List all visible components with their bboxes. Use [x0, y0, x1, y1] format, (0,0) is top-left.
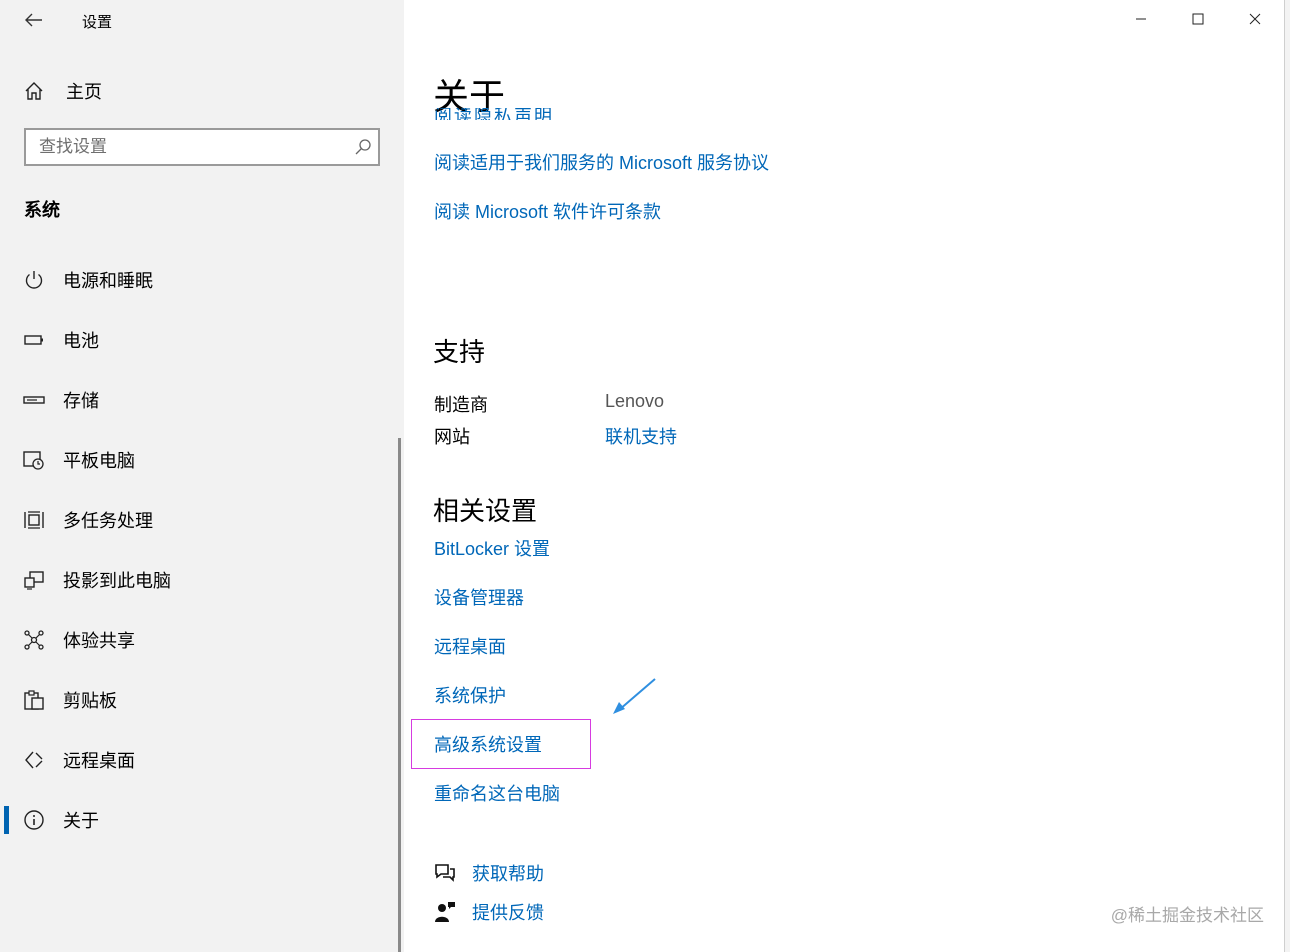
home-nav-item[interactable]: 主页 — [22, 74, 382, 108]
manufacturer-label: 制造商 — [434, 395, 488, 415]
sidebar-item-battery[interactable]: 电池 — [0, 310, 400, 370]
sidebar-scrollbar[interactable] — [398, 438, 401, 952]
sidebar-item-power[interactable]: 电源和睡眠 — [0, 250, 400, 310]
website-label: 网站 — [434, 427, 470, 447]
search-icon[interactable] — [348, 138, 378, 156]
system-protection-link[interactable]: 系统保护 — [434, 682, 506, 708]
related-settings-heading: 相关设置 — [433, 496, 538, 526]
sidebar-item-label: 平板电脑 — [63, 451, 135, 471]
sidebar-item-label: 存储 — [63, 391, 99, 411]
feedback-link[interactable]: 提供反馈 — [472, 899, 544, 925]
sidebar-item-projecting[interactable]: 投影到此电脑 — [0, 550, 400, 610]
sidebar-item-label: 电源和睡眠 — [63, 271, 153, 291]
sidebar-item-about[interactable]: 关于 — [0, 790, 400, 850]
sidebar-item-label: 投影到此电脑 — [63, 571, 171, 591]
online-support-link[interactable]: 联机支持 — [605, 423, 677, 449]
storage-icon — [22, 388, 46, 412]
feedback-row[interactable]: 提供反馈 — [432, 899, 544, 925]
power-icon — [22, 268, 46, 292]
section-heading: 系统 — [24, 200, 60, 220]
support-heading: 支持 — [433, 337, 486, 367]
sidebar: 设置 主页 系统 电源和睡眠 — [0, 0, 404, 952]
home-icon — [25, 82, 43, 100]
projecting-icon — [22, 568, 46, 592]
get-help-link[interactable]: 获取帮助 — [472, 860, 544, 886]
search-box[interactable] — [24, 128, 380, 166]
back-arrow-icon — [25, 13, 42, 27]
title-bar: 设置 — [0, 0, 404, 40]
back-button[interactable] — [20, 6, 48, 34]
feedback-person-icon — [432, 899, 458, 925]
sidebar-item-remote-desktop[interactable]: 远程桌面 — [0, 730, 400, 790]
sidebar-item-multitasking[interactable]: 多任务处理 — [0, 490, 400, 550]
license-terms-link[interactable]: 阅读 Microsoft 软件许可条款 — [434, 198, 661, 224]
tablet-icon — [22, 448, 46, 472]
shared-experiences-icon — [22, 628, 46, 652]
sidebar-item-storage[interactable]: 存储 — [0, 370, 400, 430]
battery-icon — [22, 328, 46, 352]
sidebar-item-label: 关于 — [63, 811, 99, 831]
sidebar-item-tablet[interactable]: 平板电脑 — [0, 430, 400, 490]
get-help-row[interactable]: 获取帮助 — [432, 860, 544, 886]
sidebar-item-clipboard[interactable]: 剪贴板 — [0, 670, 400, 730]
manufacturer-value: Lenovo — [605, 391, 665, 411]
sidebar-item-label: 剪贴板 — [63, 691, 117, 711]
watermark: @稀土掘金技术社区 — [1110, 906, 1264, 925]
sidebar-item-shared-experiences[interactable]: 体验共享 — [0, 610, 400, 670]
main-content: 关于 阅读隐私声明 阅读适用于我们服务的 Microsoft 服务协议 阅读 M… — [404, 0, 1284, 952]
sidebar-item-label: 电池 — [63, 331, 99, 351]
rename-pc-link[interactable]: 重命名这台电脑 — [434, 780, 560, 806]
bitlocker-settings-link[interactable]: BitLocker 设置 — [434, 535, 550, 561]
sidebar-item-label: 远程桌面 — [63, 751, 135, 771]
system-nav-list: 电源和睡眠 电池 存储 平板电脑 多任务处理 投影到此电脑 体验共享 剪贴板 远… — [0, 250, 400, 850]
remote-desktop-link[interactable]: 远程桌面 — [434, 633, 506, 659]
sidebar-item-label: 体验共享 — [63, 631, 135, 651]
home-label: 主页 — [66, 82, 102, 102]
info-icon — [22, 808, 46, 832]
multitasking-icon — [22, 508, 46, 532]
clipboard-icon — [22, 688, 46, 712]
remote-desktop-icon — [22, 748, 46, 772]
background-window-edge — [1285, 0, 1290, 952]
sidebar-item-label: 多任务处理 — [63, 511, 153, 531]
annotation-arrow-icon — [613, 678, 656, 714]
app-title: 设置 — [82, 14, 113, 31]
clipped-link[interactable]: 阅读隐私声明 — [434, 108, 614, 120]
chat-help-icon — [432, 860, 458, 886]
device-manager-link[interactable]: 设备管理器 — [434, 584, 524, 610]
service-agreement-link[interactable]: 阅读适用于我们服务的 Microsoft 服务协议 — [434, 149, 769, 175]
annotation-highlight-box — [411, 719, 591, 769]
search-input[interactable] — [26, 136, 348, 158]
settings-window: 设置 主页 系统 电源和睡眠 — [0, 0, 1285, 952]
